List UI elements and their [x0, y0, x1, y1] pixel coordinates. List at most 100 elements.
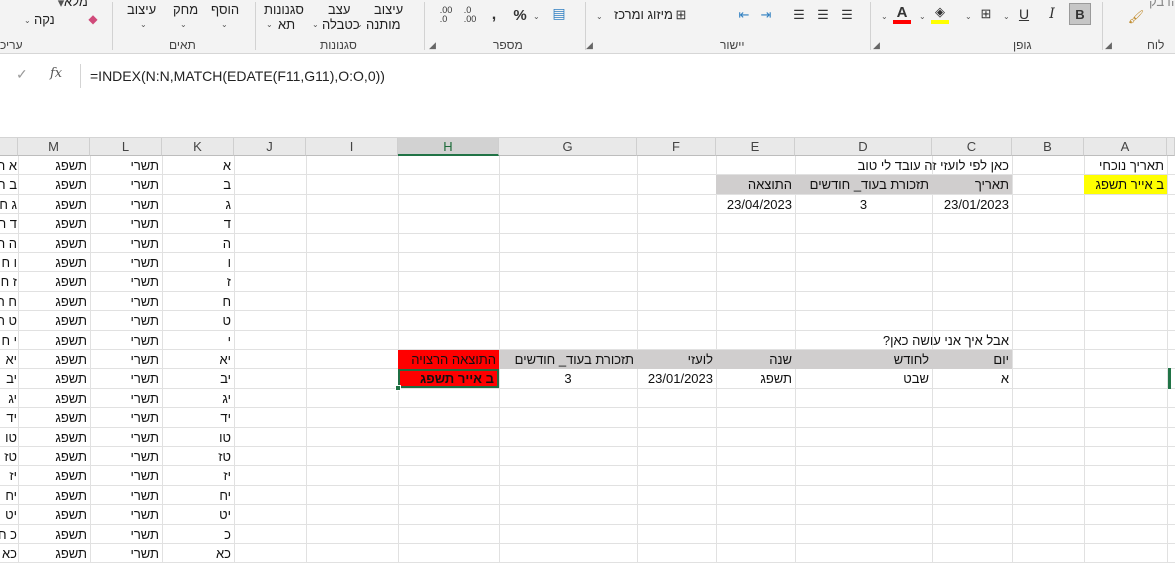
fill-color-icon[interactable]: ◈	[931, 4, 949, 24]
list-m-item[interactable]: תשפג	[18, 331, 90, 350]
column-header-k[interactable]: K	[162, 138, 234, 156]
list-m-item[interactable]: תשפג	[18, 253, 90, 272]
list-k-item[interactable]: יג	[162, 389, 234, 408]
format-painter-icon[interactable]: 🖌	[1127, 8, 1145, 26]
format-as-table-dropdown-icon[interactable]: ⌄	[312, 20, 319, 29]
list-m-item[interactable]: תשפג	[18, 292, 90, 311]
list-k-item[interactable]: ח	[162, 292, 234, 311]
list-n-item[interactable]: יד	[0, 408, 18, 427]
list-k-item[interactable]: כ	[162, 525, 234, 544]
list-n-item[interactable]: כ ח	[0, 525, 18, 544]
currency-dropdown-icon[interactable]: ⌄	[533, 12, 540, 21]
list-n-item[interactable]: טו	[0, 428, 18, 447]
note-works-fine[interactable]: כאן לפי לועזי זה עובד לי טוב	[795, 156, 1012, 175]
list-k-item[interactable]: ה	[162, 234, 234, 253]
merge-center-icon[interactable]: ⊞	[672, 6, 690, 24]
table1-result-value[interactable]: 23/04/2023	[716, 195, 795, 214]
bold-button[interactable]: B	[1069, 3, 1091, 25]
number-dialog-launcher-icon[interactable]: ◢	[429, 40, 436, 51]
clear-dropdown-icon[interactable]: ⌄	[24, 16, 31, 25]
table2-header-months[interactable]: תזכורת בעוד_ חודשים	[499, 350, 637, 369]
merge-center-button[interactable]: מיזוג ומרכז	[614, 7, 673, 22]
list-k-item[interactable]: כא	[162, 544, 234, 563]
table1-date-value[interactable]: 23/01/2023	[932, 195, 1012, 214]
insert-function-icon[interactable]: fx	[50, 66, 62, 81]
selected-cell-h12[interactable]: ב אייר תשפג	[398, 369, 499, 389]
align-left-icon[interactable]: ☰	[790, 6, 808, 24]
current-date-value[interactable]: ב אייר תשפג	[1084, 175, 1167, 195]
list-n-item[interactable]: י ח	[0, 331, 18, 350]
table1-months-value[interactable]: 3	[795, 195, 932, 214]
list-k-item[interactable]: ג	[162, 195, 234, 214]
list-k-item[interactable]: יא	[162, 350, 234, 369]
enter-icon[interactable]: ✓	[16, 66, 28, 83]
column-header-e[interactable]: E	[716, 138, 795, 156]
list-l-item[interactable]: תשרי	[90, 272, 162, 291]
list-m-item[interactable]: תשפג	[18, 350, 90, 369]
list-l-item[interactable]: תשרי	[90, 369, 162, 388]
list-k-item[interactable]: יט	[162, 505, 234, 524]
column-header-b[interactable]: B	[1012, 138, 1084, 156]
list-k-item[interactable]: א	[162, 156, 234, 175]
table2-header-day[interactable]: יום	[932, 350, 1012, 369]
table1-header-date[interactable]: תאריך	[932, 175, 1012, 195]
list-k-item[interactable]: יח	[162, 486, 234, 505]
font-color-icon[interactable]: A	[893, 4, 911, 24]
paste-button[interactable]: הדבק	[1149, 0, 1175, 9]
align-right-icon[interactable]: ☰	[838, 6, 856, 24]
list-n-item[interactable]: טז	[0, 447, 18, 466]
table2-month-value[interactable]: שבט	[795, 369, 932, 388]
italic-button[interactable]: I	[1043, 4, 1061, 24]
list-k-item[interactable]: יד	[162, 408, 234, 427]
list-l-item[interactable]: תשרי	[90, 447, 162, 466]
list-l-item[interactable]: תשרי	[90, 350, 162, 369]
list-n-item[interactable]: יב	[0, 369, 18, 388]
list-m-item[interactable]: תשפג	[18, 195, 90, 214]
list-k-item[interactable]: יב	[162, 369, 234, 388]
list-l-item[interactable]: תשרי	[90, 408, 162, 427]
list-n-item[interactable]: ז ח	[0, 272, 18, 291]
list-l-item[interactable]: תשרי	[90, 156, 162, 175]
list-k-item[interactable]: טז	[162, 447, 234, 466]
underline-button[interactable]: U	[1015, 4, 1033, 24]
align-center-icon[interactable]: ☰	[814, 6, 832, 24]
underline-dropdown-icon[interactable]: ⌄	[1003, 12, 1010, 21]
font-dialog-launcher-icon[interactable]: ◢	[873, 40, 880, 51]
insert-dropdown-icon[interactable]: ⌄	[221, 20, 228, 29]
list-l-item[interactable]: תשרי	[90, 428, 162, 447]
column-header-l[interactable]: L	[90, 138, 162, 156]
list-l-item[interactable]: תשרי	[90, 525, 162, 544]
clipboard-dialog-launcher-icon[interactable]: ◢	[1105, 40, 1112, 51]
column-header-a[interactable]: A	[1084, 138, 1167, 156]
table2-header-desired-result[interactable]: התוצאה הרצויה	[398, 350, 499, 369]
table2-header-month[interactable]: לחודש	[795, 350, 932, 369]
list-l-item[interactable]: תשרי	[90, 175, 162, 194]
column-header-f[interactable]: F	[637, 138, 716, 156]
worksheet-grid[interactable]: A B C D E F G H I J K L M תאריך נוכחי ב אייר תשפג כאן ל…	[0, 138, 1175, 563]
cell-styles-button-line2[interactable]: תא	[278, 17, 295, 32]
comma-style-icon[interactable]: ,	[487, 6, 501, 24]
question-how[interactable]: אבל איך אני עושה כאן?	[795, 331, 1012, 350]
format-dropdown-icon[interactable]: ⌄	[140, 20, 147, 29]
list-m-item[interactable]: תשפג	[18, 544, 90, 563]
clear-button[interactable]: נקה	[34, 12, 55, 27]
format-as-table-button[interactable]: עצב	[328, 2, 350, 17]
formula-input[interactable]: =INDEX(N:N,MATCH(EDATE(F11,G11),O:O,0))	[90, 68, 385, 84]
list-n-item[interactable]: יז	[0, 466, 18, 485]
list-m-item[interactable]: תשפג	[18, 447, 90, 466]
list-m-item[interactable]: תשפג	[18, 408, 90, 427]
list-n-item[interactable]: ט ח	[0, 311, 18, 330]
list-l-item[interactable]: תשרי	[90, 331, 162, 350]
delete-cells-button[interactable]: מחק	[173, 2, 198, 17]
insert-cells-button[interactable]: הוסף	[211, 2, 239, 17]
format-as-table-button-line2[interactable]: כטבלה	[322, 17, 360, 32]
list-n-item[interactable]: יט	[0, 505, 18, 524]
list-m-item[interactable]: תשפג	[18, 525, 90, 544]
column-header-n-partial[interactable]	[0, 138, 18, 156]
column-header-g[interactable]: G	[499, 138, 637, 156]
list-m-item[interactable]: תשפג	[18, 369, 90, 388]
currency-icon[interactable]: ▤	[549, 4, 569, 22]
column-header-d[interactable]: D	[795, 138, 932, 156]
table2-months-value[interactable]: 3	[499, 369, 637, 388]
table1-header-result[interactable]: התוצאה	[716, 175, 795, 195]
